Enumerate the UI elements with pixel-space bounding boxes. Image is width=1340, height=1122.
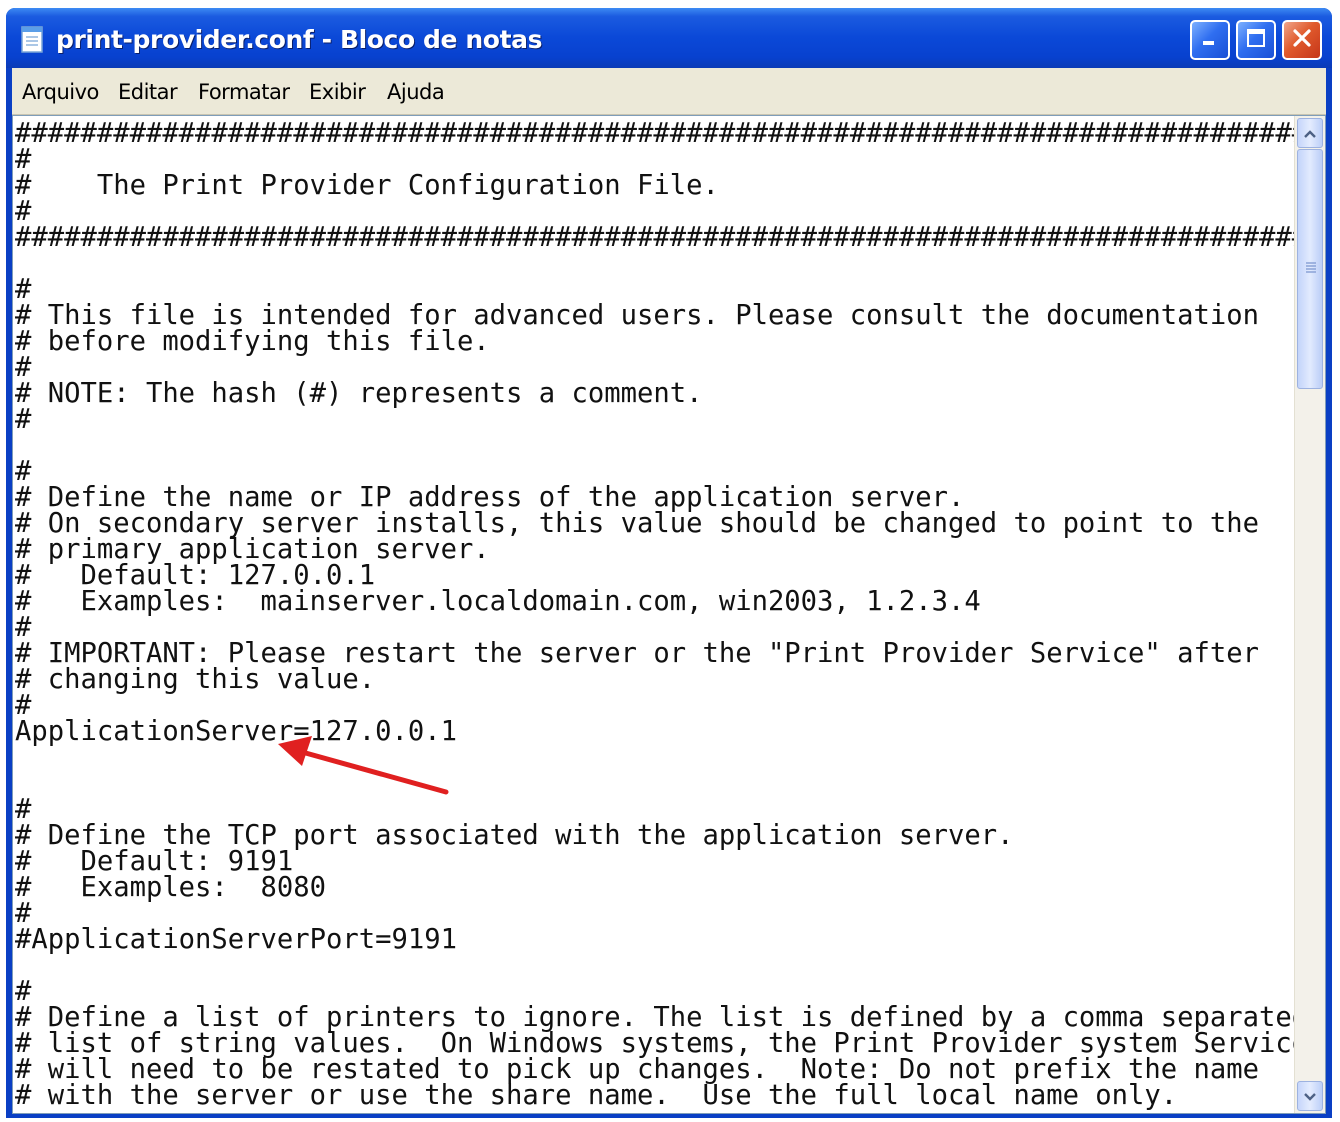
document-line: # with the server or use the share name.… xyxy=(15,1080,1178,1111)
text-editor[interactable]: ########################################… xyxy=(12,115,1326,1114)
scroll-down-button[interactable] xyxy=(1297,1081,1323,1111)
document-line: ########################################… xyxy=(15,222,1297,253)
document-line: # Examples: mainserver.localdomain.com, … xyxy=(15,586,981,617)
chevron-down-icon xyxy=(1303,1087,1317,1106)
document-text[interactable]: ########################################… xyxy=(15,116,1297,1113)
document-line: # NOTE: The hash (#) represents a commen… xyxy=(15,378,703,409)
menu-bar: Arquivo Editar Formatar Exibir Ajuda xyxy=(12,68,1326,115)
close-icon xyxy=(1291,27,1313,53)
close-button[interactable] xyxy=(1282,20,1322,60)
menu-exibir[interactable]: Exibir xyxy=(309,80,366,104)
document-line: #ApplicationServerPort=9191 xyxy=(15,924,457,955)
document-line: # The Print Provider Configuration File. xyxy=(15,170,719,201)
document-line: # changing this value. xyxy=(15,664,376,695)
menu-ajuda[interactable]: Ajuda xyxy=(387,80,445,104)
document-line: # before modifying this file. xyxy=(15,326,490,357)
maximize-button[interactable] xyxy=(1236,20,1276,60)
grip-icon xyxy=(1305,260,1317,274)
menu-formatar[interactable]: Formatar xyxy=(198,80,290,104)
minimize-icon xyxy=(1200,28,1220,52)
minimize-button[interactable] xyxy=(1190,20,1230,60)
title-bar[interactable]: print-provider.conf - Bloco de notas xyxy=(6,8,1332,68)
menu-arquivo[interactable]: Arquivo xyxy=(22,80,99,104)
document-line: # xyxy=(15,404,32,435)
scroll-thumb[interactable] xyxy=(1297,149,1323,389)
menu-editar[interactable]: Editar xyxy=(118,80,178,104)
window-title: print-provider.conf - Bloco de notas xyxy=(56,25,543,54)
document-line: # Examples: 8080 xyxy=(15,872,326,903)
notepad-window: print-provider.conf - Bloco de notas Arq… xyxy=(6,8,1332,1118)
notepad-icon xyxy=(20,24,46,54)
chevron-up-icon xyxy=(1303,124,1317,143)
scroll-up-button[interactable] xyxy=(1297,118,1323,148)
vertical-scrollbar[interactable] xyxy=(1294,116,1325,1113)
maximize-icon xyxy=(1245,27,1267,53)
document-line: ########################################… xyxy=(15,118,1297,149)
document-line: ApplicationServer=127.0.0.1 xyxy=(15,716,457,747)
